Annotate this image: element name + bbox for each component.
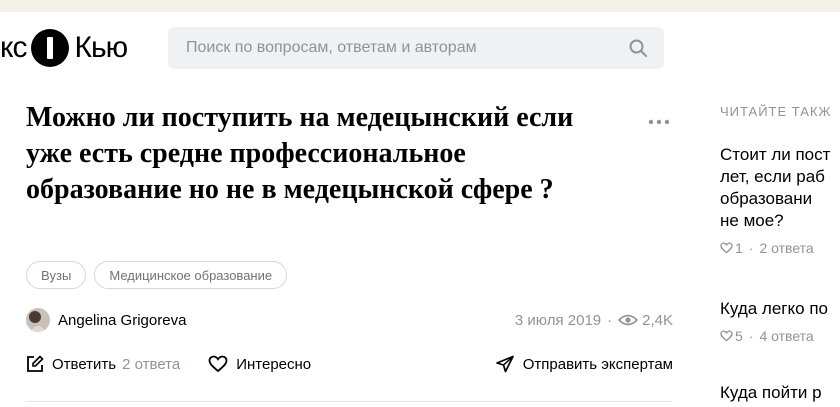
separator-dot: · xyxy=(748,328,754,344)
interesting-button[interactable]: Интересно xyxy=(208,355,311,373)
search-icon[interactable] xyxy=(628,38,648,58)
title-line: Стоит ли пост xyxy=(720,145,831,164)
answer-count[interactable]: 2 ответа xyxy=(122,356,180,373)
like-count: 1 xyxy=(735,240,743,256)
search-input[interactable] xyxy=(184,38,628,58)
sidebar-heading: ЧИТАЙТЕ ТАКЖ xyxy=(720,104,832,119)
logo-left-text: кс xyxy=(0,31,27,64)
related-question-1[interactable]: Стоит ли пост лет, если раб образовани н… xyxy=(720,144,840,256)
separator-dot: · xyxy=(607,311,613,329)
answer-label: Ответить xyxy=(52,355,117,373)
title-line: Куда легко по xyxy=(720,299,828,318)
related-question-meta: 5 · 4 ответа xyxy=(720,328,840,344)
title-line: Куда пойти р xyxy=(720,383,822,402)
avatar[interactable] xyxy=(26,308,50,332)
view-count: 2,4K xyxy=(642,311,673,329)
like-count: 5 xyxy=(735,328,743,344)
separator-dot: · xyxy=(748,240,754,256)
answer-count: 4 ответа xyxy=(759,328,814,344)
author-row: Angelina Grigoreva 3 июля 2019 · 2,4K xyxy=(26,306,673,334)
related-question-3[interactable]: Куда пойти р xyxy=(720,382,840,404)
related-question-2[interactable]: Куда легко по 5 · 4 ответа xyxy=(720,298,840,344)
title-line: образовани xyxy=(720,189,813,208)
q-logo-icon xyxy=(31,29,70,67)
title-line: не мое? xyxy=(720,211,784,230)
related-question-title[interactable]: Стоит ли пост лет, если раб образовани н… xyxy=(720,144,840,232)
question-title: Можно ли поступить на медецынский если у… xyxy=(26,102,574,205)
tag-vuzy[interactable]: Вузы xyxy=(26,261,87,289)
author-name[interactable]: Angelina Grigoreva xyxy=(58,312,186,329)
heart-icon xyxy=(720,330,733,342)
divider xyxy=(26,401,673,402)
logo[interactable]: кс Кью xyxy=(0,26,128,70)
search-bar[interactable] xyxy=(168,27,664,69)
tag-medical-education[interactable]: Медицинское образование xyxy=(94,261,288,289)
logo-right-text: Кью xyxy=(74,31,128,64)
question-meta: 3 июля 2019 · 2,4K xyxy=(515,312,673,329)
tag-list: Вузы Медицинское образование xyxy=(26,261,288,289)
question-date: 3 июля 2019 xyxy=(514,311,602,329)
related-question-title[interactable]: Куда легко по xyxy=(720,298,840,320)
related-question-meta: 1 · 2 ответа xyxy=(720,240,840,256)
send-to-experts-button[interactable]: Отправить экспертам xyxy=(495,355,673,373)
answer-button[interactable]: Ответить 2 ответа xyxy=(26,355,180,373)
action-bar: Ответить 2 ответа Интересно Отправить эк… xyxy=(26,352,673,376)
send-icon xyxy=(495,355,514,373)
send-to-experts-label: Отправить экспертам xyxy=(522,355,673,373)
more-options-icon[interactable] xyxy=(647,116,671,128)
eye-icon xyxy=(618,314,639,326)
related-question-title[interactable]: Куда пойти р xyxy=(720,382,840,404)
title-line: лет, если раб xyxy=(720,167,825,186)
heart-icon xyxy=(208,355,228,373)
answer-count: 2 ответа xyxy=(759,240,814,256)
top-strip xyxy=(0,0,840,12)
edit-icon xyxy=(27,355,44,372)
heart-icon xyxy=(720,242,733,254)
interesting-label: Интересно xyxy=(236,355,312,373)
